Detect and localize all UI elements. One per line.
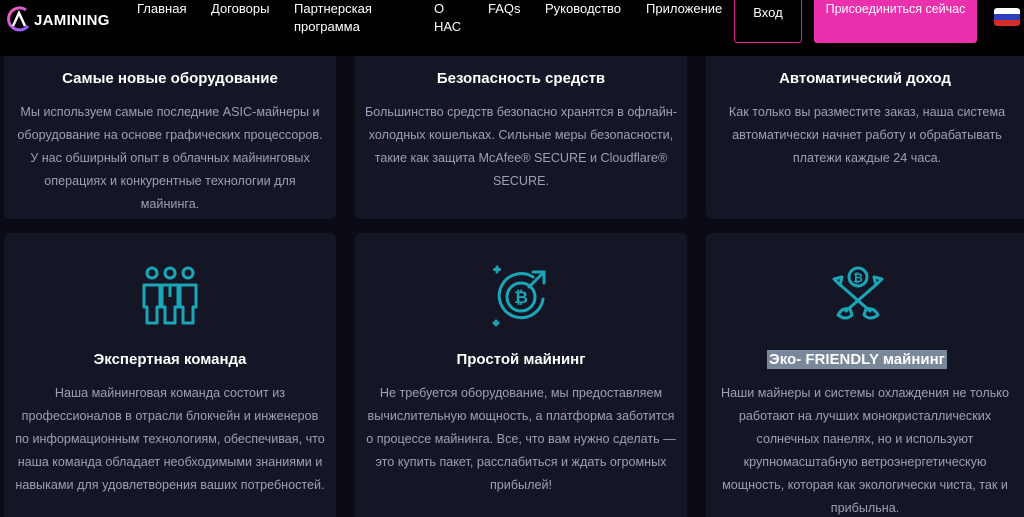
svg-text:₿: ₿: [853, 271, 863, 285]
feature-description: Наша майнинговая команда состоит из проф…: [15, 386, 325, 492]
russia-flag-icon[interactable]: [994, 8, 1020, 26]
team-icon: [142, 266, 198, 325]
feature-description: Наши майнеры и системы охлаждения не тол…: [721, 386, 1009, 515]
nav-app[interactable]: Приложение: [646, 0, 722, 18]
feature-title: Автоматический доход: [779, 70, 951, 87]
feature-title: Экспертная команда: [93, 351, 247, 368]
nav-affiliate[interactable]: Партнерская программа: [294, 0, 404, 36]
feature-description: Большинство средств безопасно хранятся в…: [365, 105, 677, 188]
logo-text: JAMINING: [34, 12, 110, 29]
feature-title: Эко- FRIENDLY майнинг: [706, 350, 1024, 370]
feature-card-simple-mining: ₿ Простой майнинг Не требуется оборудова…: [355, 233, 687, 517]
nav-home[interactable]: Главная: [137, 0, 186, 18]
nav-contracts[interactable]: Договоры: [211, 0, 269, 18]
feature-title: Самые новые оборудование: [62, 70, 278, 87]
feature-title: Простой майнинг: [456, 351, 586, 368]
feature-description: Как только вы разместите заказ, наша сис…: [728, 105, 1006, 165]
feature-card-auto-income: Автоматический доход Как только вы разме…: [706, 40, 1024, 219]
feature-description: Мы используем самые последние ASIC-майне…: [17, 105, 323, 211]
feature-title: Безопасность средств: [436, 70, 606, 87]
nav-guide[interactable]: Руководство: [545, 0, 621, 18]
feature-card-security: Безопасность средств Большинство средств…: [355, 40, 687, 219]
nav-faqs[interactable]: FAQs: [488, 0, 521, 18]
highlighted-title-text: Эко- FRIENDLY майнинг: [767, 350, 947, 369]
svg-text:₿: ₿: [514, 288, 528, 308]
logo-icon: [7, 6, 30, 32]
login-button[interactable]: Вход: [734, 0, 802, 43]
feature-card-expert-team: Экспертная команда Наша майнинговая кома…: [4, 233, 336, 517]
feature-card-hardware: Самые новые оборудование Мы используем с…: [4, 40, 336, 219]
nav-about[interactable]: О НАС: [434, 0, 468, 36]
feature-description: Не требуется оборудование, мы предоставл…: [366, 386, 676, 492]
top-navbar: JAMINING Главная Договоры Партнерская пр…: [0, 0, 1024, 56]
bitcoin-shovels-icon: ₿: [832, 266, 884, 320]
join-now-button[interactable]: Присоединиться сейчас: [814, 0, 977, 43]
feature-card-eco-mining: ₿ Эко- FRIENDLY майнинг Наши майнеры и с…: [706, 233, 1024, 517]
bitcoin-growth-icon: ₿: [492, 265, 546, 327]
logo[interactable]: JAMINING: [4, 4, 134, 34]
